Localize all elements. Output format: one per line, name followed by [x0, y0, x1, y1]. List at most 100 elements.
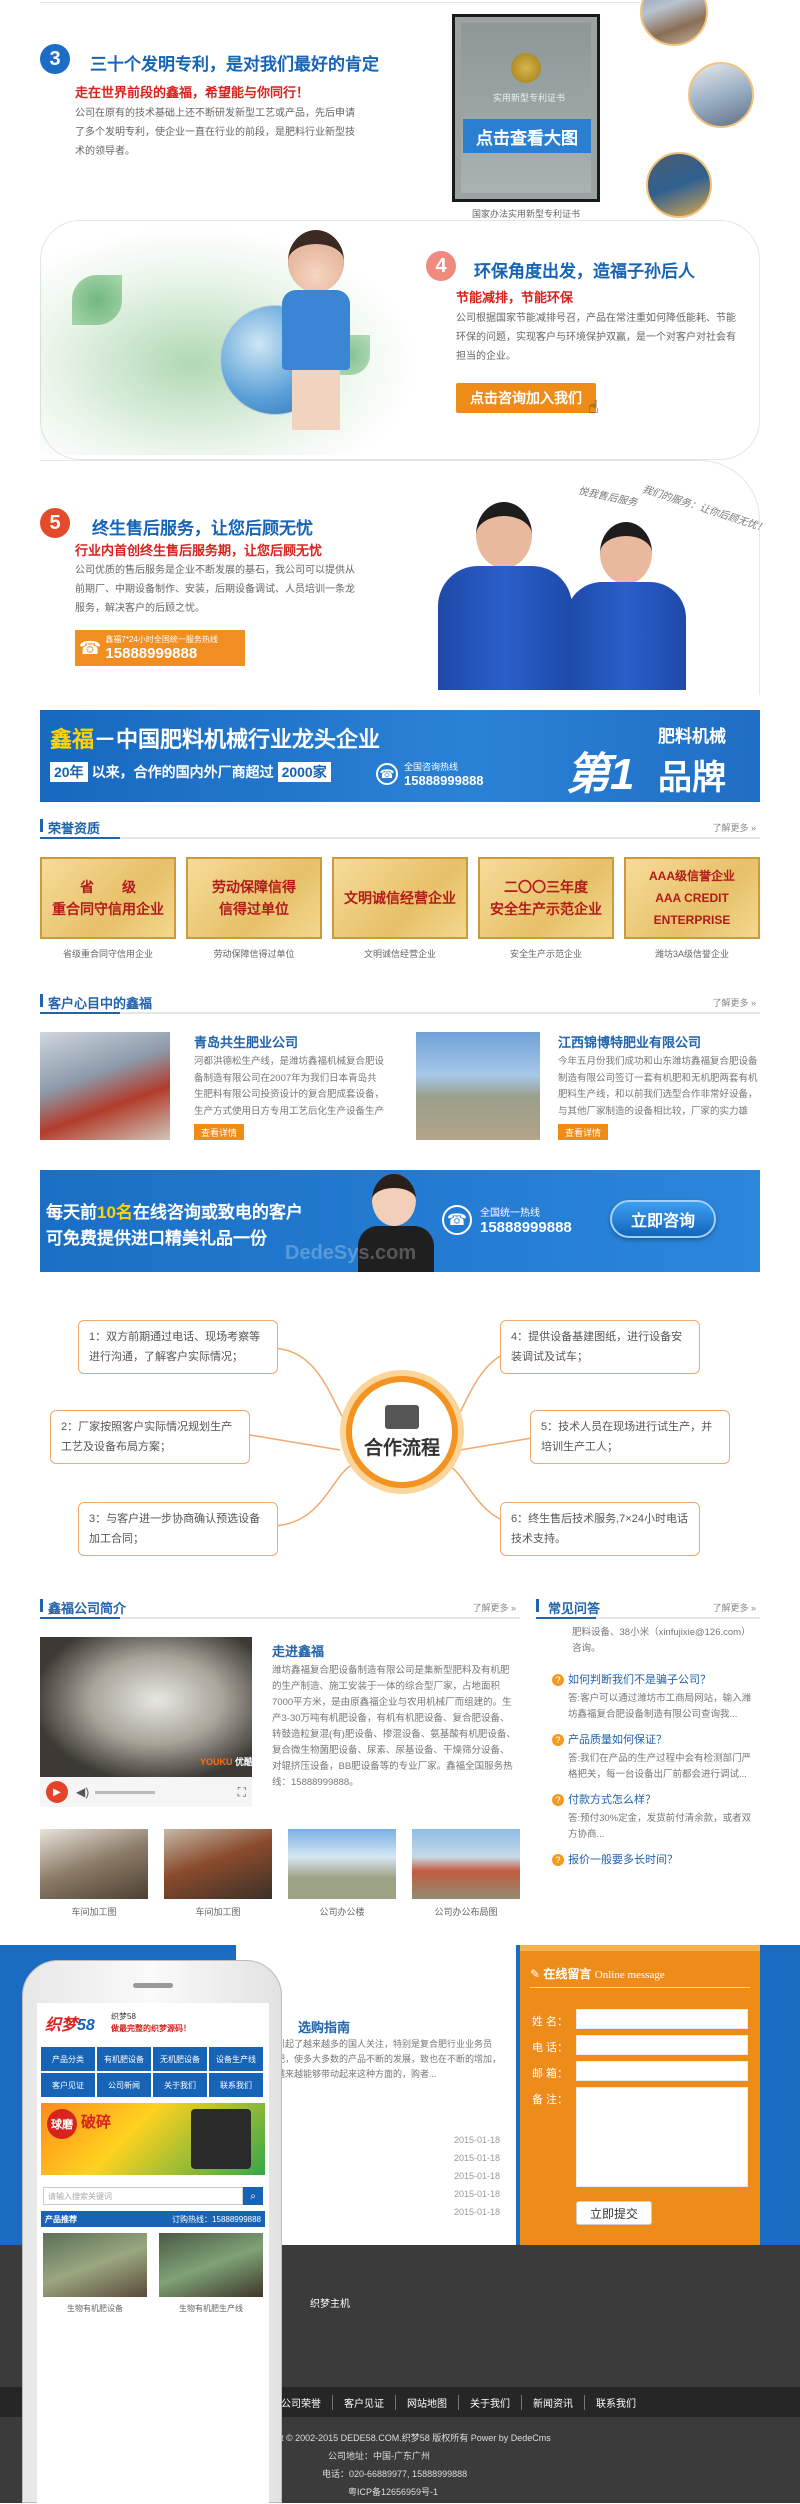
customer-card: 青岛共生肥业公司 河都洪德松生产线，是潍坊鑫福机械复合肥设备制造有限公司在200… [40, 1032, 390, 1144]
faq-more-link[interactable]: 了解更多 » [712, 1601, 756, 1614]
company-photo-item[interactable]: 公司办公布局图 [412, 1829, 520, 1918]
footer-brand: 织梦主机 [310, 2299, 350, 2310]
phone-product-photo[interactable] [159, 2233, 263, 2297]
phone-nav: 产品分类 有机肥设备 无机肥设备 设备生产线客户见证 公司新闻 关于我们 联系我们 [41, 2047, 265, 2097]
service-section: 5 终生售后服务，让您后顾无忧 行业内首创终生售后服务期，让您后顾无忧 公司优质… [0, 460, 800, 710]
customer-detail-button[interactable]: 查看详情 [558, 1124, 608, 1140]
footer-link[interactable]: 新闻资讯 [522, 2395, 585, 2410]
company-video[interactable]: YOUKU 优酷 ▶ ◀) ⛶ [40, 1637, 253, 1807]
phone-nav-item[interactable]: 公司新闻 [97, 2073, 151, 2097]
honors-divider-accent [40, 837, 120, 839]
certificate-cover: 实用新型专利证书 点击查看大图 [461, 23, 591, 193]
phone-nav-item[interactable]: 客户见证 [41, 2073, 95, 2097]
faq-question-text: 报价一般要多长时间？ [568, 1854, 678, 1866]
phone-input[interactable] [576, 2035, 748, 2055]
submit-button[interactable]: 立即提交 [576, 2201, 652, 2225]
consult-hotline[interactable]: ☎ 全国统一热线 15888999888 [442, 1204, 572, 1236]
consult-line-1a: 每天前 [46, 1203, 97, 1222]
phone-nav-item[interactable]: 无机肥设备 [153, 2047, 207, 2071]
search-icon[interactable]: ⌕ [243, 2187, 263, 2205]
question-icon: ? [552, 1674, 564, 1686]
honor-item[interactable]: 文明诚信经营企业 文明诚信经营企业 [332, 857, 468, 960]
phone-logo: 织梦58 [45, 2011, 95, 2035]
volume-icon[interactable]: ◀) [76, 1785, 89, 1799]
phone-nav-item[interactable]: 设备生产线 [209, 2047, 263, 2071]
consult-line-2: 可免费提供进口精美礼品一份 [46, 1229, 267, 1248]
phone-nav-item[interactable]: 有机肥设备 [97, 2047, 151, 2071]
company-photo-item[interactable]: 车间加工图 [40, 1829, 148, 1918]
banner-first-brand: 第1 肥料机械 品牌 [566, 714, 756, 799]
footer-link[interactable]: 关于我们 [459, 2395, 522, 2410]
honor-item[interactable]: AAA级信誉企业 AAA CREDIT ENTERPRISE 潍坊3A级信誉企业 [624, 857, 760, 960]
message-header-line [530, 1987, 750, 1988]
process-step-6: 6：终生售后技术服务,7×24小时电话技术支持。 [500, 1502, 700, 1556]
honor-caption: 劳动保障信得过单位 [213, 949, 295, 959]
honor-item[interactable]: 二〇〇三年度 安全生产示范企业 安全生产示范企业 [478, 857, 614, 960]
customers-more-link[interactable]: 了解更多 » [712, 996, 756, 1009]
view-cert-button[interactable]: 点击查看大图 [463, 119, 591, 153]
banner-big-number: 第1 [566, 750, 635, 799]
company-photo-item[interactable]: 车间加工图 [164, 1829, 272, 1918]
patent-section: 3 三十个发明专利，是对我们最好的肯定 走在世界前段的鑫福，希望能与你同行！ 公… [0, 0, 800, 220]
company-divider-accent [40, 1617, 120, 1619]
volume-slider[interactable] [95, 1790, 156, 1794]
email-input[interactable] [576, 2061, 748, 2081]
customer-name[interactable]: 江西锦博特肥业有限公司 [558, 1032, 701, 1051]
honors-list: 省 级 重合同守信用企业 省级重合同守信用企业 劳动保障信得 信得过单位 劳动保障信得… [40, 857, 760, 960]
consult-now-button[interactable]: 立即咨询 [610, 1200, 716, 1238]
service-hotline-box[interactable]: ☎ 鑫福7*24小时全国统一服务热线 15888999888 [75, 630, 245, 666]
customer-text: 今年五月份我们成功和山东潍坊鑫福复合肥设备制造有限公司签订一套有机肥和无机肥两套… [558, 1056, 758, 1117]
honors-more-link[interactable]: 了解更多 » [712, 821, 756, 834]
faq-question[interactable]: ? 如何判断我们不是骗子公司？ [552, 1671, 758, 1687]
faq-question[interactable]: ? 付款方式怎么样？ [552, 1791, 758, 1807]
phone-nav-item[interactable]: 联系我们 [209, 2073, 263, 2097]
technician-head [476, 502, 532, 568]
company-more-link[interactable]: 了解更多 » [472, 1601, 516, 1614]
service-hotline-label: 鑫福7*24小时全国统一服务热线 [105, 635, 218, 644]
phone-search-input[interactable]: 请输入搜索关键词 [43, 2187, 243, 2205]
phone-product-photo[interactable] [43, 2233, 147, 2297]
faq-question[interactable]: ? 报价一般要多长时间？ [552, 1851, 758, 1867]
phone-nav-item[interactable]: 关于我们 [153, 2073, 207, 2097]
phone-nav-item[interactable]: 产品分类 [41, 2047, 95, 2071]
operator-head [372, 1174, 416, 1226]
honor-item[interactable]: 省 级 重合同守信用企业 省级重合同守信用企业 [40, 857, 176, 960]
faq-answer: 答:我们在产品的生产过程中会有检测部门严格把关，每一台设备出厂前都会进行调试..… [568, 1753, 752, 1780]
faq-question-text: 产品质量如何保证？ [568, 1734, 667, 1746]
banner-hotline-label: 全国咨询热线 [404, 762, 459, 772]
name-input[interactable] [576, 2009, 748, 2029]
banner-years-text: 以来，合作的国内外厂商超过 [91, 764, 274, 780]
honor-item[interactable]: 劳动保障信得 信得过单位 劳动保障信得过单位 [186, 857, 322, 960]
honors-title: 荣誉资质 [48, 821, 101, 836]
company-photo-caption: 车间加工图 [195, 1907, 241, 1917]
faq-top-text: 肥料设备、38小米（xinfujixie@126.com）咨询。 [572, 1627, 751, 1654]
consult-watermark: DedeSys.com [285, 1242, 417, 1264]
company-heading: 走进鑫福 [272, 1644, 325, 1659]
footer-link[interactable]: 客户见证 [333, 2395, 396, 2410]
banner-hotline[interactable]: ☎ 全国咨询热线 15888999888 [376, 760, 484, 788]
service-subtitle: 行业内首创终生售后服务期，让您后顾无忧 [75, 543, 323, 558]
faq-question[interactable]: ? 产品质量如何保证？ [552, 1731, 758, 1747]
customers-title: 客户心目中的鑫福 [48, 996, 153, 1011]
honors-section: 荣誉资质 了解更多 » 省 级 重合同守信用企业 省级重合同守信用企业 劳动保障信得… [40, 815, 760, 975]
fullscreen-icon[interactable]: ⛶ [238, 1785, 246, 1800]
service-text: 公司优质的售后服务是企业不断发展的基石，我公司可以提供从前期厂、中期设备制作、安… [75, 565, 355, 614]
banner-headline: 鑫福－中国肥料机械行业龙头企业 [50, 722, 380, 754]
patent-certificate[interactable]: 实用新型专利证书 点击查看大图 [452, 14, 600, 202]
news-heading: 选购指南 [298, 2020, 351, 2035]
child-head [288, 230, 344, 292]
company-photo-item[interactable]: 公司办公楼 [288, 1829, 396, 1918]
note-textarea[interactable] [576, 2087, 748, 2187]
phone-products-phone: 订购热线：15888999888 [172, 2215, 261, 2224]
consult-count: 10名 [97, 1203, 133, 1222]
emblem-icon [511, 53, 541, 83]
footer-link[interactable]: 联系我们 [585, 2395, 647, 2410]
process-center-title: 合作流程 [363, 1437, 440, 1459]
company-photo [288, 1829, 396, 1899]
customer-name[interactable]: 青岛共生肥业公司 [194, 1032, 298, 1051]
play-icon[interactable]: ▶ [46, 1781, 68, 1803]
customer-detail-button[interactable]: 查看详情 [194, 1124, 244, 1140]
join-us-button[interactable]: 点击咨询加入我们 [456, 383, 596, 413]
step-number-5: 5 [40, 508, 70, 538]
footer-link[interactable]: 网站地图 [396, 2395, 459, 2410]
